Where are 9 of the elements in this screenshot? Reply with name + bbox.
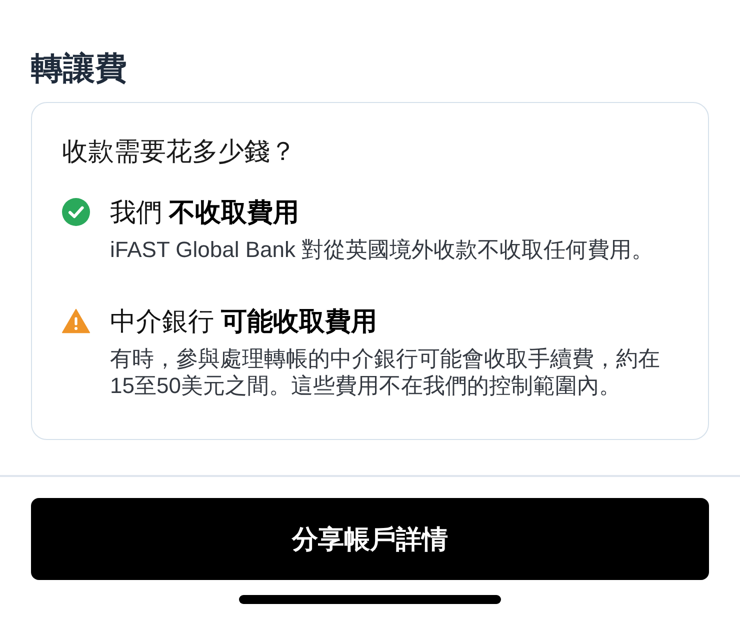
warning-icon xyxy=(62,307,90,335)
check-circle-icon xyxy=(62,198,90,226)
section-title: 轉讓費 xyxy=(31,49,127,87)
fee-description: 有時，參與處理轉帳的中介銀行可能會收取手續費，約在15至50美元之間。這些費用不在我們的控制範圍內。 xyxy=(110,345,661,399)
question-text: 收款需要花多少錢？ xyxy=(62,136,296,166)
fee-description: iFAST Global Bank 對從英國境外收款不收取任何費用。 xyxy=(110,236,655,263)
share-account-details-button[interactable]: 分享帳戶詳情 xyxy=(31,498,709,580)
fee-headline: 中介銀行 可能收取費用 xyxy=(110,305,378,337)
fee-headline: 我們 不收取費用 xyxy=(110,196,300,228)
